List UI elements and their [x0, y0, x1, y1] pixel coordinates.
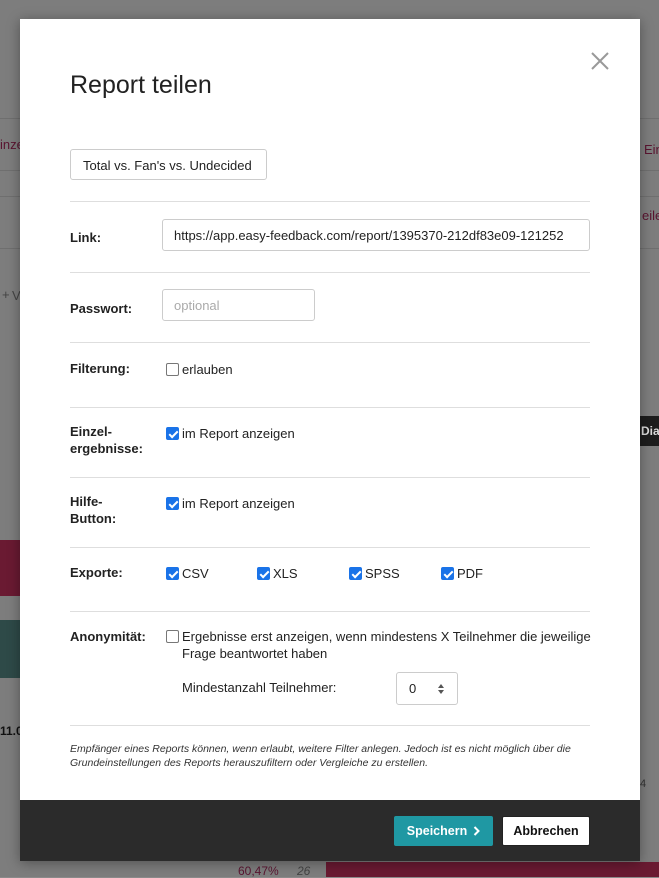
export-xls-checkbox[interactable]: [257, 567, 270, 580]
link-input[interactable]: https://app.easy-feedback.com/report/139…: [162, 219, 590, 251]
password-placeholder: optional: [174, 298, 220, 313]
export-spss-checkbox[interactable]: [349, 567, 362, 580]
save-button[interactable]: Speichern: [394, 816, 493, 846]
cancel-button[interactable]: Abbrechen: [502, 816, 590, 846]
link-label: Link:: [70, 230, 102, 245]
single-results-row: Einzel- ergebnisse: im Report anzeigen: [70, 423, 590, 463]
bg-bar: [0, 540, 20, 596]
password-label: Passwort:: [70, 301, 133, 316]
divider: [70, 201, 590, 202]
divider: [70, 342, 590, 343]
bg-text-fragment: Diag: [641, 424, 659, 438]
link-row: Link: https://app.easy-feedback.com/repo…: [70, 219, 590, 253]
info-note: Empfänger eines Reports können, wenn erl…: [70, 743, 571, 769]
share-report-modal: Report teilen Total vs. Fan's vs. Undeci…: [20, 19, 640, 861]
divider: [70, 547, 590, 548]
bg-text-fragment: Ein: [644, 142, 659, 157]
anonymity-label: Anonymität:: [70, 629, 146, 644]
bg-bar: [326, 862, 659, 877]
exports-row: Exporte: CSV XLS SPSS PDF: [70, 564, 590, 588]
filtering-row: Filterung: erlauben: [70, 359, 590, 389]
anonymity-checkbox[interactable]: [166, 630, 179, 643]
password-row: Passwort: optional: [70, 289, 590, 323]
anonymity-checkbox-label-line2[interactable]: Frage beantwortet haben: [182, 645, 327, 662]
export-pdf-checkbox[interactable]: [441, 567, 454, 580]
bg-dark-bar: Diag: [639, 416, 659, 446]
chevron-right-icon: [474, 826, 481, 836]
min-participants-stepper[interactable]: 0: [396, 672, 458, 705]
help-button-checkbox[interactable]: [166, 497, 179, 510]
filtering-checkbox[interactable]: [166, 363, 179, 376]
password-input[interactable]: optional: [162, 289, 315, 321]
bg-add-icon: +: [2, 287, 10, 302]
help-button-label-line2: Button:: [70, 511, 117, 526]
exports-label: Exporte:: [70, 565, 123, 580]
bg-percent: 60,47%: [238, 864, 279, 878]
modal-footer: Speichern Abbrechen: [20, 800, 640, 861]
single-results-label-line2: ergebnisse:: [70, 441, 143, 456]
export-pdf-label[interactable]: PDF: [457, 565, 483, 582]
bg-bar: [0, 620, 20, 678]
bg-count: 26: [297, 864, 311, 878]
min-participants-label: Mindestanzahl Teilnehmer:: [182, 680, 337, 695]
export-csv-checkbox[interactable]: [166, 567, 179, 580]
export-spss-label[interactable]: SPSS: [365, 565, 400, 582]
help-button-row: Hilfe- Button: im Report anzeigen: [70, 493, 590, 533]
report-preset-select[interactable]: Total vs. Fan's vs. Undecided: [70, 149, 267, 180]
export-csv-label[interactable]: CSV: [182, 565, 209, 582]
spinner-arrows-icon[interactable]: [437, 683, 445, 695]
divider: [70, 477, 590, 478]
export-xls-label[interactable]: XLS: [273, 565, 298, 582]
save-button-label: Speichern: [406, 824, 468, 838]
divider: [70, 725, 590, 726]
help-button-checkbox-label[interactable]: im Report anzeigen: [182, 495, 295, 512]
min-participants-value: 0: [409, 681, 417, 696]
divider: [70, 611, 590, 612]
divider: [70, 272, 590, 273]
single-results-checkbox-label[interactable]: im Report anzeigen: [182, 425, 295, 442]
single-results-label-line1: Einzel-: [70, 424, 112, 439]
filtering-checkbox-label[interactable]: erlauben: [182, 361, 233, 378]
anonymity-row: Anonymität: Ergebnisse erst anzeigen, we…: [70, 627, 591, 707]
filtering-label: Filterung:: [70, 361, 130, 376]
modal-title: Report teilen: [70, 71, 212, 99]
help-button-label-line1: Hilfe-: [70, 494, 103, 509]
bg-text-fragment: eiler: [642, 208, 659, 223]
single-results-checkbox[interactable]: [166, 427, 179, 440]
anonymity-checkbox-label-line1[interactable]: Ergebnisse erst anzeigen, wenn mindesten…: [182, 628, 591, 645]
cancel-button-label: Abbrechen: [513, 824, 579, 838]
divider: [70, 407, 590, 408]
close-icon[interactable]: [588, 49, 612, 73]
bg-text-fragment: 4: [640, 778, 647, 790]
